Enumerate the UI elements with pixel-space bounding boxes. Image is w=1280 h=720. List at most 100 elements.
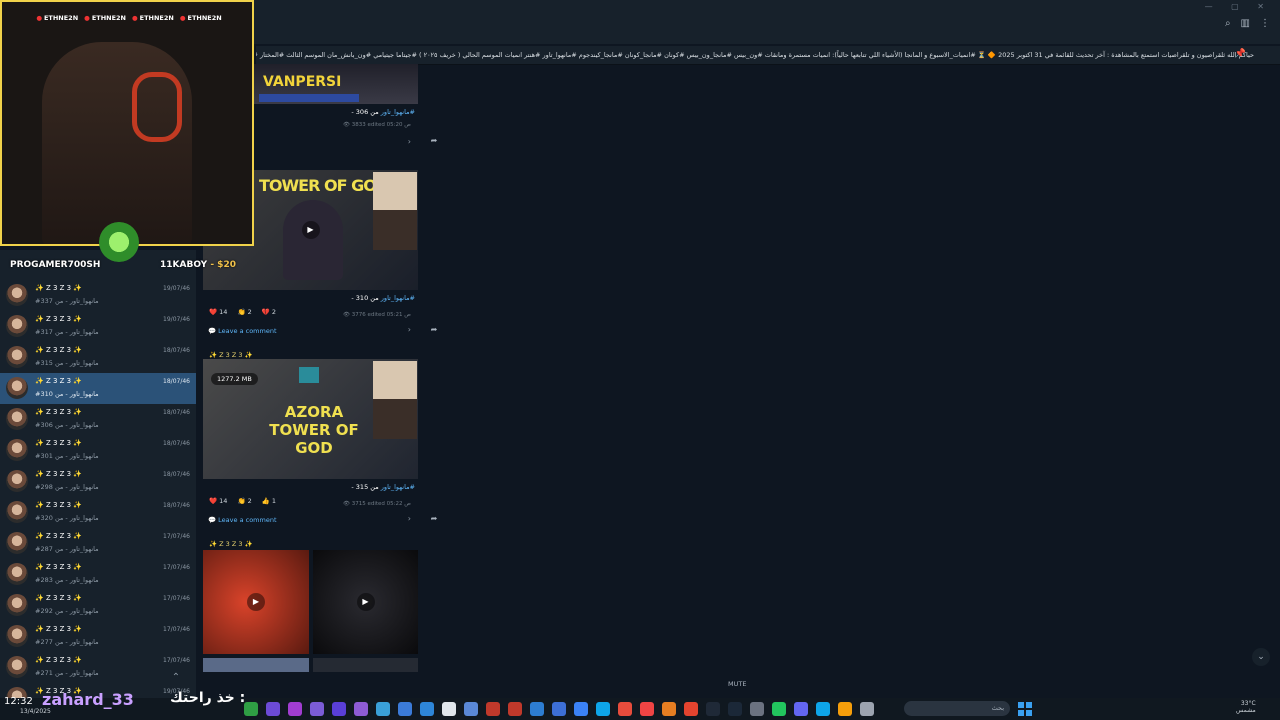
search-icon[interactable]: ⌕ <box>1225 18 1231 29</box>
reaction-chip[interactable]: ❤️ 14 <box>209 308 227 316</box>
app-icon[interactable] <box>662 702 676 716</box>
chat-name: ✨ Z 3 Z 3 ✨ <box>35 532 83 540</box>
reaction-chip[interactable]: 👏 2 <box>237 497 251 505</box>
comment-link[interactable]: 💬 Leave a comment <box>208 327 277 335</box>
app-icon[interactable] <box>728 702 742 716</box>
chat-list-item[interactable]: ✨ Z 3 Z 3 ✨ #مانهوا_تاور - من 277 17/07/46 <box>0 621 196 652</box>
scroll-up-icon[interactable]: ⌃ <box>168 672 184 688</box>
chat-list-item[interactable]: ✨ Z 3 Z 3 ✨ #مانهوا_تاور - من 287 17/07/46 <box>0 528 196 559</box>
app-icon[interactable] <box>552 702 566 716</box>
reaction-chip[interactable]: 💔 2 <box>262 308 276 316</box>
media-thumb <box>373 172 417 210</box>
chat-list-item[interactable]: ✨ Z 3 Z 3 ✨ #مانهوا_تاور - من 315 18/07/46 <box>0 342 196 373</box>
chat-preview: #مانهوا_تاور - من 283 <box>35 576 99 584</box>
reaction-chip[interactable]: ❤️ 14 <box>209 497 227 505</box>
post-caption: #مانهوا_تاور من 315 - <box>351 483 415 491</box>
pinned-message-bar[interactable]: حياكم الله ثلقراصيون و تلقراصيات استمتع … <box>256 46 1280 65</box>
app-icon[interactable] <box>354 702 368 716</box>
pin-icon[interactable]: 📌 <box>1235 49 1272 59</box>
app-icon[interactable] <box>420 702 434 716</box>
weather-widget[interactable]: 33°C مشمس <box>1236 700 1256 714</box>
app-icon[interactable] <box>794 702 808 716</box>
taskbar-search-input[interactable]: بحث <box>904 701 1010 716</box>
chat-list-item[interactable]: ✨ Z 3 Z 3 ✨ #مانهوا_تاور - من 292 17/07/46 <box>0 590 196 621</box>
social-handle: ● ETHNE2N <box>179 14 222 22</box>
app-icon[interactable] <box>310 702 324 716</box>
post-meta: 👁 3776 edited 05:21 ص <box>343 312 411 318</box>
chat-list-item[interactable]: ✨ Z 3 Z 3 ✨ #مانهوا_تاور - من 317 19/07/46 <box>0 311 196 342</box>
app-icon[interactable] <box>838 702 852 716</box>
app-icon[interactable] <box>618 702 632 716</box>
play-icon[interactable]: ▶ <box>301 221 320 239</box>
app-icon[interactable] <box>750 702 764 716</box>
app-icon[interactable] <box>244 702 258 716</box>
app-icon[interactable] <box>596 702 610 716</box>
app-icon[interactable] <box>288 702 302 716</box>
app-icon[interactable] <box>266 702 280 716</box>
app-icon[interactable] <box>706 702 720 716</box>
forward-icon[interactable]: ➦ <box>427 136 441 150</box>
post-media[interactable] <box>203 658 309 672</box>
twitch-icon: ● <box>179 14 186 22</box>
scroll-down-icon[interactable]: ⌄ <box>1252 648 1270 666</box>
post-media[interactable]: 1277.2 MB AZORA TOWER OF GOD <box>203 359 418 479</box>
app-icon[interactable] <box>860 702 874 716</box>
reactions[interactable]: ❤️ 14 👏 2 💔 2 <box>209 308 276 316</box>
mute-button[interactable]: MUTE <box>728 680 746 688</box>
chat-list-item[interactable]: ✨ Z 3 Z 3 ✨ #مانهوا_تاور - من 271 17/07/46 <box>0 652 196 683</box>
app-icon[interactable] <box>464 702 478 716</box>
social-bar: ● ETHNE2N ● ETHNE2N ● ETHNE2N ● ETHNE2N <box>2 14 252 28</box>
app-icon[interactable] <box>816 702 830 716</box>
post-sender: ✨ Z 3 Z 3 ✨ <box>209 351 253 359</box>
forward-icon[interactable]: ➦ <box>427 514 441 528</box>
chat-list-item[interactable]: ✨ Z 3 Z 3 ✨ #مانهوا_تاور - من 298 18/07/46 <box>0 466 196 497</box>
app-icon[interactable] <box>398 702 412 716</box>
chat-preview: #مانهوا_تاور - من 287 <box>35 545 99 553</box>
chevron-right-icon[interactable]: › <box>408 137 411 146</box>
chat-list-item[interactable]: ✨ Z 3 Z 3 ✨ #مانهوا_تاور - من 337 19/07/46 <box>0 280 196 311</box>
app-icon[interactable] <box>376 702 390 716</box>
app-icon[interactable] <box>508 702 522 716</box>
stream-alert-left: PROGAMER700SH <box>10 260 101 270</box>
avatar <box>6 315 28 337</box>
chat-list-item[interactable]: ✨ Z 3 Z 3 ✨ #مانهوا_تاور - من 310 18/07/46 <box>0 373 196 404</box>
avatar <box>6 346 28 368</box>
windows-start-icon[interactable] <box>1018 702 1032 716</box>
app-icon[interactable] <box>640 702 654 716</box>
play-icon[interactable]: ▶ <box>247 593 265 611</box>
chevron-right-icon[interactable]: › <box>408 514 411 523</box>
reaction-chip[interactable]: 👍 1 <box>262 497 276 505</box>
sidebar-toggle-icon[interactable]: ▥ <box>1241 18 1250 29</box>
chat-name: ✨ Z 3 Z 3 ✨ <box>35 346 83 354</box>
app-icon[interactable] <box>486 702 500 716</box>
chat-list-item[interactable]: ✨ Z 3 Z 3 ✨ #مانهوا_تاور - من 283 17/07/46 <box>0 559 196 590</box>
chat-name: ✨ Z 3 Z 3 ✨ <box>35 594 83 602</box>
post-media[interactable]: ▶ <box>313 550 418 654</box>
chat-list-item[interactable]: ✨ Z 3 Z 3 ✨ #مانهوا_تاور - من 306 18/07/46 <box>0 404 196 435</box>
window-controls[interactable]: — ▢ ✕ <box>1205 2 1272 11</box>
avatar <box>6 501 28 523</box>
app-icon[interactable] <box>332 702 346 716</box>
chat-list-item[interactable]: ✨ Z 3 Z 3 ✨ #مانهوا_تاور - من 320 18/07/46 <box>0 497 196 528</box>
media-thumb <box>373 210 417 250</box>
reaction-chip[interactable]: 👏 2 <box>237 308 251 316</box>
chat-name: ✨ Z 3 Z 3 ✨ <box>35 377 83 385</box>
app-icon[interactable] <box>442 702 456 716</box>
app-icon[interactable] <box>574 702 588 716</box>
chevron-right-icon[interactable]: › <box>408 325 411 334</box>
app-icon[interactable] <box>772 702 786 716</box>
forward-icon[interactable]: ➦ <box>427 325 441 339</box>
post-media[interactable]: ▶ <box>203 550 309 654</box>
chat-overlay-user: zahard_33 <box>42 690 134 709</box>
app-icon[interactable] <box>530 702 544 716</box>
chat-list-item[interactable]: ✨ Z 3 Z 3 ✨ #مانهوا_تاور - من 301 18/07/46 <box>0 435 196 466</box>
comment-link[interactable]: 💬 Leave a comment <box>208 516 277 524</box>
chat-preview: #مانهوا_تاور - من 271 <box>35 669 99 677</box>
more-icon[interactable]: ⋮ <box>1260 18 1270 29</box>
social-handle: ● ETHNE2N <box>36 14 79 22</box>
post-media[interactable] <box>313 658 418 672</box>
play-icon[interactable]: ▶ <box>356 593 375 611</box>
app-icon[interactable] <box>684 702 698 716</box>
reactions[interactable]: ❤️ 14 👏 2 👍 1 <box>209 497 276 505</box>
social-handle: ● ETHNE2N <box>84 14 126 22</box>
